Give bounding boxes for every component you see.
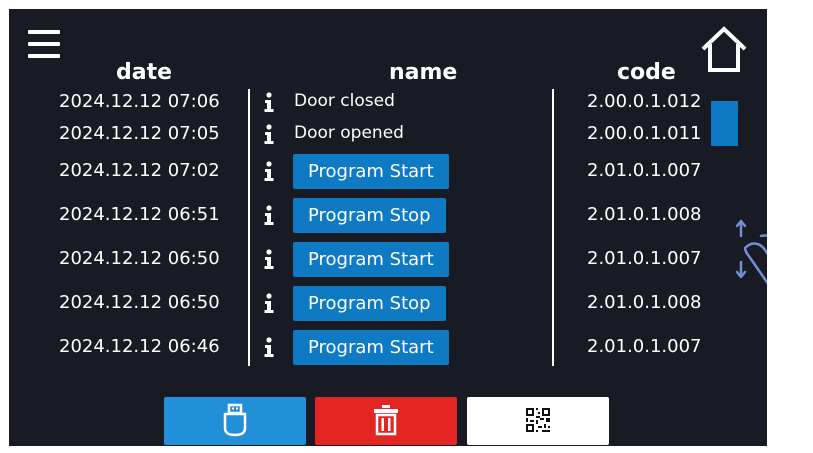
info-icon[interactable] [263,249,275,269]
column-header-code: code [617,60,676,85]
event-code: 2.00.0.1.012 [587,91,702,112]
delete-log-button[interactable] [315,397,457,445]
event-code: 2.00.0.1.011 [587,123,702,144]
event-date: 2024.12.12 06:51 [59,204,220,225]
event-code: 2.01.0.1.008 [587,204,702,225]
event-name-button[interactable]: Program Start [293,154,449,189]
column-divider [552,89,554,366]
column-header-date: date [116,60,173,85]
usb-drive-icon [223,403,247,436]
event-code: 2.01.0.1.008 [587,292,702,313]
usb-export-button[interactable] [164,397,306,445]
event-date: 2024.12.12 06:50 [59,248,220,269]
info-icon[interactable] [263,92,275,112]
event-date: 2024.12.12 06:46 [59,336,220,357]
event-date: 2024.12.12 07:05 [59,123,220,144]
qr-code-button[interactable] [467,397,609,445]
event-code: 2.01.0.1.007 [587,336,702,357]
qr-code-icon [526,407,550,432]
info-icon[interactable] [263,293,275,313]
event-date: 2024.12.12 07:06 [59,91,220,112]
event-code: 2.01.0.1.007 [587,248,702,269]
event-date: 2024.12.12 06:50 [59,292,220,313]
column-divider [248,89,250,366]
event-code: 2.01.0.1.007 [587,160,702,181]
column-header-name: name [389,60,458,85]
trash-icon [374,404,398,435]
event-name-button[interactable]: Program Start [293,330,449,365]
info-icon[interactable] [263,124,275,144]
event-name-button[interactable]: Program Stop [293,198,446,233]
info-icon[interactable] [263,161,275,181]
event-date: 2024.12.12 07:02 [59,160,220,181]
event-name: Door closed [294,91,395,111]
event-name-button[interactable]: Program Stop [293,286,446,321]
hamburger-menu-icon[interactable] [28,30,60,60]
event-name-button[interactable]: Program Start [293,242,449,277]
home-icon[interactable] [699,25,749,73]
info-icon[interactable] [263,337,275,357]
hand-swipe-gesture-icon [735,219,767,285]
event-log-screen: date name code 2024.12.12 07:06 Door clos… [9,9,767,446]
info-icon[interactable] [263,205,275,225]
event-name: Door opened [294,123,404,143]
scrollbar-thumb[interactable] [711,101,738,146]
